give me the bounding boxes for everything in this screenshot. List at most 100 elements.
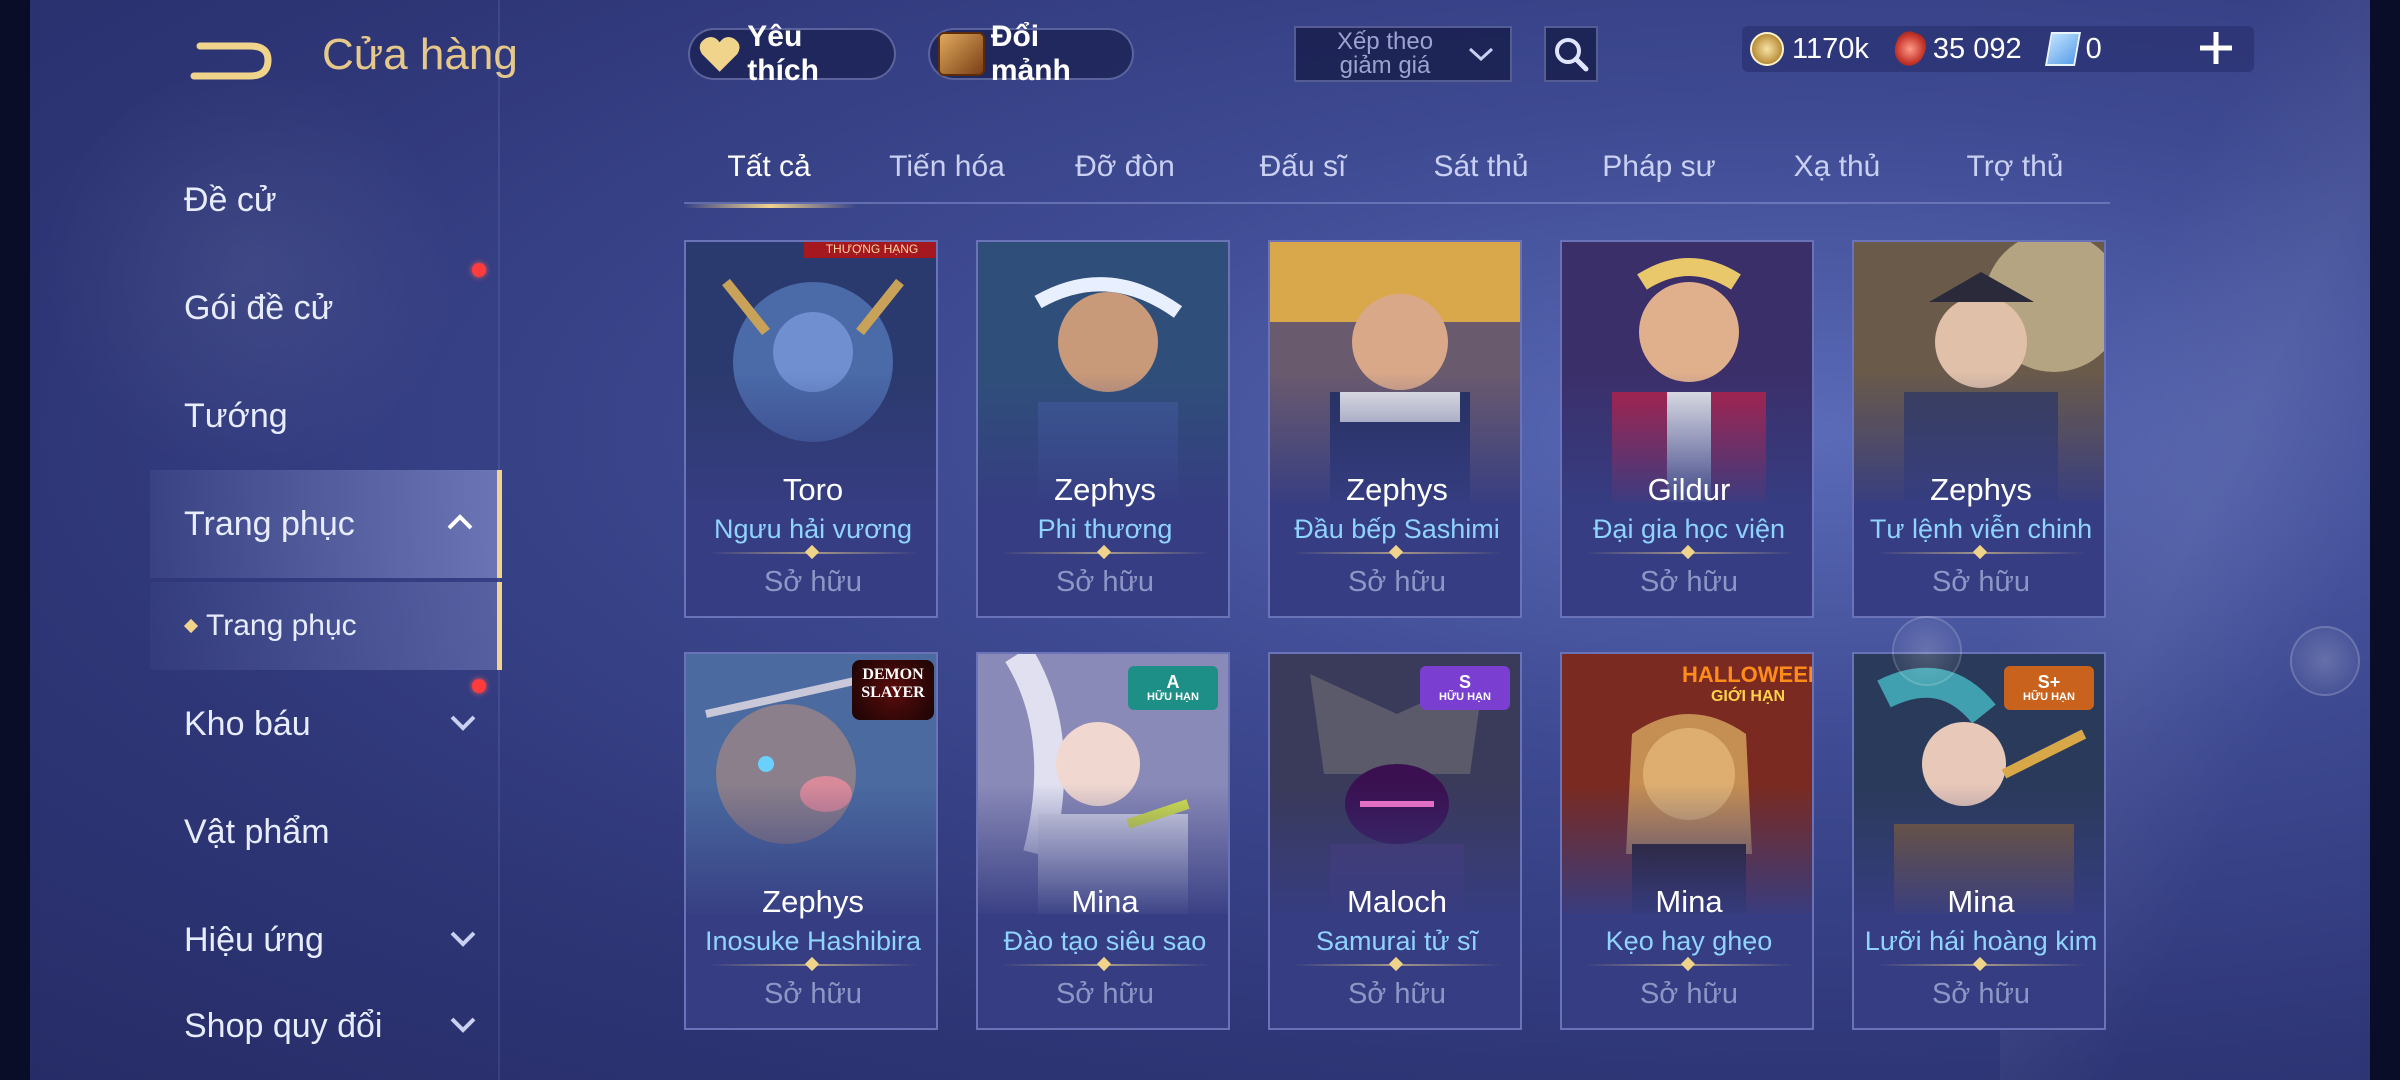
skin-card[interactable]: S HỮU HẠN Maloch Samurai tử sĩ Sở hữu xyxy=(1268,652,1522,1030)
owned-status: Sở hữu xyxy=(1347,978,1447,1010)
owned-status: Sở hữu xyxy=(1055,978,1155,1010)
favorites-button[interactable]: Yêu thích xyxy=(688,20,896,87)
chevron-down-icon xyxy=(450,715,476,731)
favorites-label: Yêu thích xyxy=(747,20,819,87)
tab-marksman[interactable]: Xạ thủ xyxy=(1752,150,1922,184)
skin-card[interactable]: THƯỢNG HẠNG Toro Ngưu hải vương Sở hữu xyxy=(684,240,938,618)
category-tabs: Tất cả Tiến hóa Đỡ đòn Đấu sĩ Sát thủ Ph… xyxy=(684,140,2110,208)
sidebar-item-treasure[interactable]: Kho báu xyxy=(184,670,500,778)
sidebar-subitem-label: Trang phục xyxy=(206,609,357,642)
divider-gem xyxy=(1680,956,1696,972)
search-icon xyxy=(1555,38,1589,72)
page-title: Cửa hàng xyxy=(322,30,518,79)
tab-fighter[interactable]: Đấu sĩ xyxy=(1218,150,1388,184)
hero-name: Zephys xyxy=(762,884,864,919)
tier-badge: S+ HỮU HẠN xyxy=(2004,666,2094,710)
skin-name: Đại gia học viện xyxy=(1592,514,1786,544)
skin-card[interactable]: A HỮU HẠN Mina Đào tạo siêu sao Sở hữu xyxy=(976,652,1230,1030)
hero-name: Gildur xyxy=(1647,472,1731,507)
tab-evolution[interactable]: Tiến hóa xyxy=(862,150,1032,184)
divider-gem xyxy=(1388,544,1404,560)
skin-name: Lưỡi hái hoàng kim xyxy=(1864,926,2098,956)
tier-sub-label: HỮU HẠN xyxy=(2023,691,2075,703)
sidebar-item-exchange-shop[interactable]: Shop quy đổi xyxy=(184,972,500,1080)
notification-dot xyxy=(472,263,486,277)
add-currency-button[interactable] xyxy=(2196,28,2236,68)
voucher-amount: 0 xyxy=(2085,32,2102,65)
tab-label: Đấu sĩ xyxy=(1259,150,1347,183)
tab-label: Pháp sư xyxy=(1602,150,1716,183)
skin-card[interactable]: Gildur Đại gia học viện Sở hữu xyxy=(1560,240,1814,618)
tab-label: Sát thủ xyxy=(1433,150,1529,183)
gold-amount: 1170k xyxy=(1792,32,1869,65)
tab-assassin[interactable]: Sát thủ xyxy=(1396,150,1566,184)
owned-status: Sở hữu xyxy=(1055,566,1155,598)
tier-label: S+ xyxy=(2037,672,2061,692)
skin-name: Tư lệnh viễn chinh xyxy=(1869,514,2093,544)
shard-chest-icon xyxy=(938,32,985,76)
chevron-up-icon xyxy=(447,514,473,530)
tab-all[interactable]: Tất cả xyxy=(684,150,856,208)
shard-exchange-label: Đổi mảnh xyxy=(990,20,1071,87)
divider-gem xyxy=(1388,956,1404,972)
search-button[interactable] xyxy=(1544,26,1598,82)
tab-label: Đỡ đòn xyxy=(1075,150,1175,183)
divider-gem xyxy=(1680,544,1696,560)
sidebar-item-label: Đề cử xyxy=(184,180,277,219)
sidebar-item-label: Hiệu ứng xyxy=(184,920,324,959)
tab-label: Trợ thủ xyxy=(1966,150,2064,183)
back-button[interactable] xyxy=(190,36,274,84)
limited-label: GIỚI HẠN xyxy=(1710,688,1786,705)
chevron-down-icon xyxy=(450,1017,476,1033)
skin-card[interactable]: DEMON SLAYER Zephys Inosuke Hashibira Sở… xyxy=(684,652,938,1030)
hero-name: Zephys xyxy=(1930,472,2032,507)
skin-card[interactable]: Zephys Phi thương Sở hữu xyxy=(976,240,1230,618)
divider-gem xyxy=(1096,956,1112,972)
skin-name: Đào tạo siêu sao xyxy=(1003,926,1207,956)
skin-name: Phi thương xyxy=(1037,514,1173,544)
tier-sub-label: HỮU HẠN xyxy=(1147,691,1199,703)
halloween-label: HALLOWEEN xyxy=(1682,662,1814,687)
skin-name: Inosuke Hashibira xyxy=(704,926,922,956)
premium-badge: THƯỢNG HẠNG xyxy=(804,242,936,258)
skin-card[interactable]: Zephys Đầu bếp Sashimi Sở hữu xyxy=(1268,240,1522,618)
tier-label: S xyxy=(1458,672,1471,692)
owned-status: Sở hữu xyxy=(763,978,863,1010)
skin-name: Đầu bếp Sashimi xyxy=(1294,514,1500,544)
floating-orb xyxy=(1892,616,1962,686)
plus-icon xyxy=(2200,32,2232,64)
tab-mage[interactable]: Pháp sư xyxy=(1574,150,1744,184)
tier-label: A xyxy=(1166,672,1180,692)
owned-status: Sở hữu xyxy=(1639,978,1739,1010)
tab-tank[interactable]: Đỡ đòn xyxy=(1040,150,1210,184)
sidebar-item-heroes[interactable]: Tướng xyxy=(184,362,500,470)
floating-assistant-button[interactable] xyxy=(2290,626,2360,696)
voucher-icon xyxy=(2044,32,2081,66)
ruby-icon xyxy=(1889,27,1930,71)
sidebar-item-items[interactable]: Vật phẩm xyxy=(184,778,500,886)
skin-card[interactable]: Zephys Tư lệnh viễn chinh Sở hữu xyxy=(1852,240,2106,618)
skin-card[interactable]: S+ HỮU HẠN Mina Lưỡi hái hoàng kim Sở hữ… xyxy=(1852,652,2106,1030)
sidebar-item-skins[interactable]: Trang phục xyxy=(150,470,502,578)
tier-badge: A HỮU HẠN xyxy=(1128,666,1218,710)
owned-status: Sở hữu xyxy=(1347,566,1447,598)
active-tab-underline xyxy=(684,204,856,208)
tab-support[interactable]: Trợ thủ xyxy=(1930,150,2100,184)
hero-name: Mina xyxy=(1947,884,2015,919)
sidebar-item-label: Tướng xyxy=(184,396,288,435)
sidebar-subitem-skins[interactable]: Trang phục xyxy=(150,582,502,670)
sidebar-item-label: Vật phẩm xyxy=(184,812,330,851)
tab-label: Tất cả xyxy=(727,150,811,183)
divider-gem xyxy=(1096,544,1112,560)
shard-exchange-button[interactable]: Đổi mảnh xyxy=(928,20,1134,87)
divider-gem xyxy=(1972,956,1988,972)
gold-balance: 1170k xyxy=(1750,32,1869,66)
chevron-down-icon xyxy=(450,931,476,947)
sort-dropdown[interactable]: Xếp theo giảm giá xyxy=(1294,26,1512,82)
hero-name: Maloch xyxy=(1347,884,1447,919)
sidebar-item-recommended[interactable]: Đề cử xyxy=(184,146,500,254)
sidebar-item-bundles[interactable]: Gói đề cử xyxy=(184,254,500,362)
sort-label: Xếp theo giảm giá xyxy=(1336,28,1434,79)
owned-status: Sở hữu xyxy=(1639,566,1739,598)
skin-card[interactable]: HALLOWEEN GIỚI HẠN Mina Kẹo hay ghẹo Sở … xyxy=(1560,652,1814,1030)
